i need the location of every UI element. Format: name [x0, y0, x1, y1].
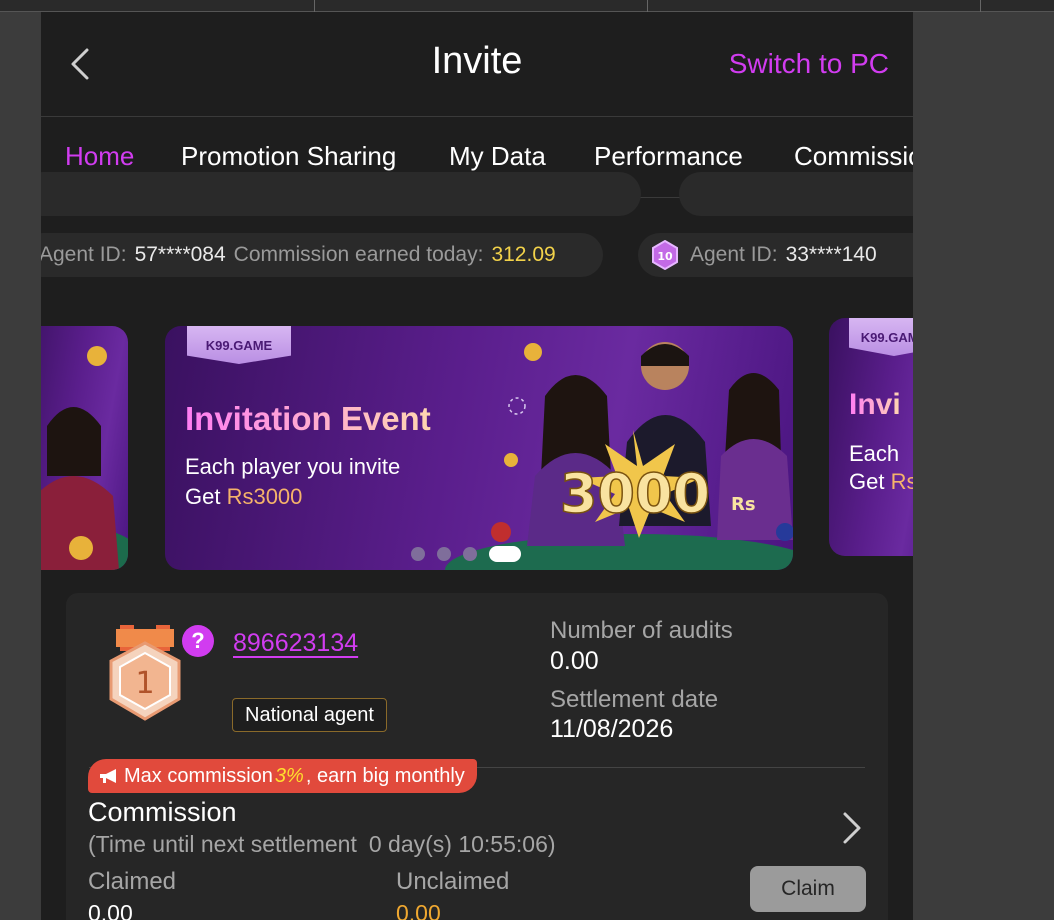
tab-performance[interactable]: Performance: [594, 141, 743, 172]
tab-my-data[interactable]: My Data: [449, 141, 546, 172]
agent-id-label: Agent ID:: [690, 243, 778, 266]
strip-separator: [647, 0, 648, 12]
ticker-pill: [679, 172, 913, 216]
banner-prev[interactable]: [41, 326, 128, 570]
next-settlement-value: 0 day(s) 10:55:06): [368, 831, 556, 857]
carousel-dot[interactable]: [463, 547, 477, 561]
banner-get-prefix: Get: [185, 484, 227, 509]
tab-commission[interactable]: Commission: [794, 141, 913, 172]
rank-number: 1: [135, 666, 154, 701]
settlement-date-label: Settlement date: [550, 686, 719, 713]
commission-ticker: Agent ID: 57****084 Commission earned to…: [41, 233, 913, 277]
tab-promotion-sharing[interactable]: Promotion Sharing: [181, 141, 396, 172]
invite-app: Invite Switch to PC Home Promotion Shari…: [41, 12, 913, 920]
claimed-value: 0.00: [88, 900, 133, 920]
claimed-label: Claimed: [88, 868, 177, 895]
browser-top-strip: [0, 0, 1054, 12]
banner-reward-amount: Rs3000: [226, 484, 303, 509]
ticker-pill: [41, 172, 641, 216]
megaphone-icon: [100, 769, 116, 783]
commission-title: Commission: [88, 797, 237, 827]
agent-id-link[interactable]: 896623134: [233, 629, 358, 658]
max-commission-banner: Max commission 3% , earn big monthly: [88, 759, 477, 793]
banner-description: Each player you invite Get Rs3000: [185, 452, 400, 512]
next-settlement-label: (Time until next settlement: [88, 831, 357, 857]
ticker-pill: Agent ID: 57****084 Commission earned to…: [41, 233, 603, 277]
k99-game-tag: K99.GAME: [849, 318, 913, 356]
banner-artwork: 3000 Rs: [445, 342, 793, 570]
banner-line-2: Get Rs3000: [185, 482, 400, 512]
agent-card: 1 ? 896623134 National agent Number of a…: [66, 593, 888, 920]
banner-next[interactable]: K99.GAME Invi Each Get Rs: [829, 318, 913, 556]
next-settlement-timer: (Time until next settlement 0 day(s) 10:5…: [88, 831, 556, 858]
ticker-agent-id: 57****084: [134, 243, 226, 266]
banner-description: Each Get Rs: [849, 440, 913, 496]
banner-artwork: [41, 346, 128, 570]
unclaimed-value: 0.00: [396, 900, 441, 920]
agent-type-badge: National agent: [232, 698, 387, 732]
claim-button[interactable]: Claim: [750, 866, 866, 912]
banner-heading: Invi: [849, 388, 901, 421]
badge-3000: 3000: [560, 462, 710, 525]
promo-suffix: , earn big monthly: [305, 764, 465, 787]
banner-line-1: Each: [849, 441, 900, 466]
level-badge-icon: 10: [652, 240, 678, 270]
audits-label: Number of audits: [550, 617, 733, 644]
audits-value: 0.00: [550, 647, 599, 675]
header: Invite Switch to PC: [41, 12, 913, 116]
banner-line-2: Get Rs: [849, 468, 913, 496]
ticker-row-hidden: [41, 172, 913, 216]
carousel-dots: [411, 546, 521, 562]
rank-medal-icon: 1: [109, 625, 181, 721]
chevron-right-icon[interactable]: [840, 811, 864, 845]
ticker-pill: 10 Agent ID: 33****140: [638, 233, 913, 277]
banner-invitation-event[interactable]: 3000 Rs K99.GAME Invitation Event Each p…: [165, 326, 793, 570]
banner-line-1: Each player you invite: [185, 454, 401, 479]
strip-separator: [980, 0, 981, 12]
banner-reward-amount: Rs: [890, 469, 913, 494]
unclaimed-label: Unclaimed: [396, 868, 510, 895]
switch-to-pc-link[interactable]: Switch to PC: [729, 48, 889, 80]
promo-highlight: 3%: [274, 764, 304, 787]
agent-id-label: Agent ID:: [41, 243, 127, 266]
banner-heading: Invitation Event: [185, 400, 431, 437]
earned-label: Commission earned today:: [233, 243, 484, 266]
tab-home[interactable]: Home: [65, 141, 134, 172]
settlement-date-value: 11/08/2026: [550, 715, 674, 743]
banner-get-prefix: Get: [849, 469, 885, 494]
promo-prefix: Max commission: [124, 764, 273, 787]
strip-separator: [314, 0, 315, 12]
ticker-agent-id: 33****140: [785, 243, 877, 266]
carousel-dot[interactable]: [411, 547, 425, 561]
ticker-amount: 312.09: [491, 243, 556, 266]
badge-rs: Rs: [731, 494, 756, 515]
carousel-dot[interactable]: [437, 547, 451, 561]
svg-text:10: 10: [657, 250, 673, 263]
carousel-dot-active[interactable]: [489, 546, 521, 562]
help-icon[interactable]: ?: [182, 625, 214, 657]
